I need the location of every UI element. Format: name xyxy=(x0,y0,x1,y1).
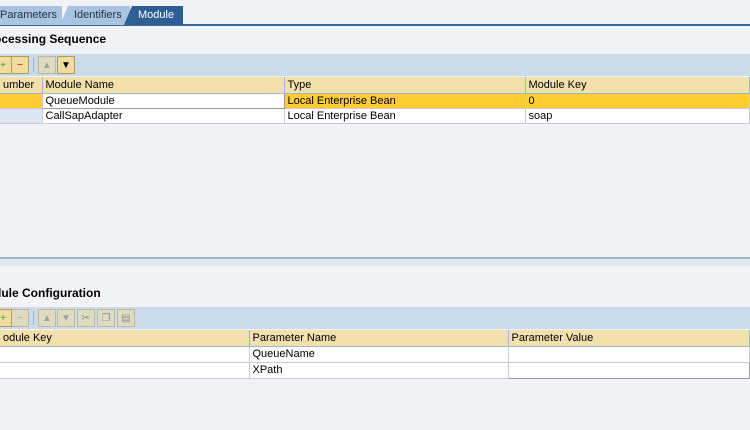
tab-label: Module xyxy=(138,9,175,21)
parameter-name-cell[interactable]: XPath xyxy=(249,362,509,379)
module-name-cell[interactable]: CallSapAdapter xyxy=(42,108,285,124)
copy-icon: ❐ xyxy=(101,312,111,324)
processing-sequence-table: umber Module Name Type Module Key QueueM… xyxy=(0,77,750,124)
table-header: umber Module Name Type Module Key xyxy=(0,77,750,94)
tab-strip: Parameters Identifiers Module xyxy=(0,6,750,26)
column-module-key[interactable]: odule Key xyxy=(0,330,250,347)
tab-label: Parameters xyxy=(0,9,57,21)
column-number[interactable]: umber xyxy=(0,77,43,94)
module-name-cell[interactable]: QueueModule xyxy=(41,92,285,109)
delete-row-icon: − xyxy=(17,312,23,324)
tab-label: Identifiers xyxy=(74,9,122,21)
move-up-button[interactable]: ▲ xyxy=(38,56,56,74)
module-configuration-title: dule Configuration xyxy=(0,286,101,300)
move-up-icon: ▲ xyxy=(42,312,52,324)
move-down-button[interactable]: ▼ xyxy=(57,309,75,327)
paste-icon: ▤ xyxy=(121,312,131,324)
delete-row-button[interactable]: − xyxy=(11,309,29,327)
column-parameter-name[interactable]: Parameter Name xyxy=(249,330,509,347)
column-module-name[interactable]: Module Name xyxy=(42,77,285,94)
parameter-value-cell[interactable] xyxy=(508,346,750,363)
module-configuration-table: odule Key Parameter Name Parameter Value… xyxy=(0,330,750,379)
delete-row-button[interactable]: − xyxy=(11,56,29,74)
insert-row-icon: + xyxy=(0,59,6,71)
table-row[interactable]: QueueModule Local Enterprise Bean 0 xyxy=(0,92,750,109)
insert-row-icon: + xyxy=(0,312,6,324)
row-number[interactable] xyxy=(0,108,43,124)
parameter-value-input[interactable] xyxy=(507,361,750,379)
module-key-cell[interactable] xyxy=(0,346,250,363)
move-up-icon: ▲ xyxy=(42,59,52,71)
move-down-button[interactable]: ▼ xyxy=(57,56,75,74)
processing-sequence-title: ocessing Sequence xyxy=(0,32,107,46)
splitter[interactable] xyxy=(0,257,750,266)
delete-row-icon: − xyxy=(17,59,23,71)
config-toolbar: + − ▲ ▼ ✂ ❐ ▤ xyxy=(0,307,750,329)
tab-parameters[interactable]: Parameters xyxy=(0,6,62,25)
type-cell[interactable]: Local Enterprise Bean xyxy=(284,93,526,109)
type-cell[interactable]: Local Enterprise Bean xyxy=(284,108,526,124)
cut-button[interactable]: ✂ xyxy=(77,309,95,327)
module-key-cell[interactable] xyxy=(0,362,250,379)
column-module-key[interactable]: Module Key xyxy=(525,77,750,94)
paste-button[interactable]: ▤ xyxy=(117,309,135,327)
column-parameter-value[interactable]: Parameter Value xyxy=(508,330,750,347)
table-row[interactable]: XPath xyxy=(0,361,750,379)
table-row[interactable]: CallSapAdapter Local Enterprise Bean soa… xyxy=(0,108,750,124)
copy-button[interactable]: ❐ xyxy=(97,309,115,327)
toolbar-separator xyxy=(33,311,34,325)
move-up-button[interactable]: ▲ xyxy=(38,309,56,327)
column-type[interactable]: Type xyxy=(284,77,526,94)
parameter-name-cell[interactable]: QueueName xyxy=(249,346,509,363)
row-number[interactable] xyxy=(0,93,43,109)
tab-identifiers[interactable]: Identifiers xyxy=(60,6,130,25)
move-down-icon: ▼ xyxy=(61,59,71,71)
processing-toolbar: + − ▲ ▼ xyxy=(0,54,750,76)
module-key-cell[interactable]: 0 xyxy=(525,93,750,109)
cut-icon: ✂ xyxy=(81,312,91,324)
move-down-icon: ▼ xyxy=(61,312,71,324)
tab-module[interactable]: Module xyxy=(124,6,183,25)
toolbar-separator xyxy=(33,58,34,72)
module-key-cell[interactable]: soap xyxy=(525,108,750,124)
table-header: odule Key Parameter Name Parameter Value xyxy=(0,330,750,347)
table-row[interactable]: QueueName xyxy=(0,346,750,363)
